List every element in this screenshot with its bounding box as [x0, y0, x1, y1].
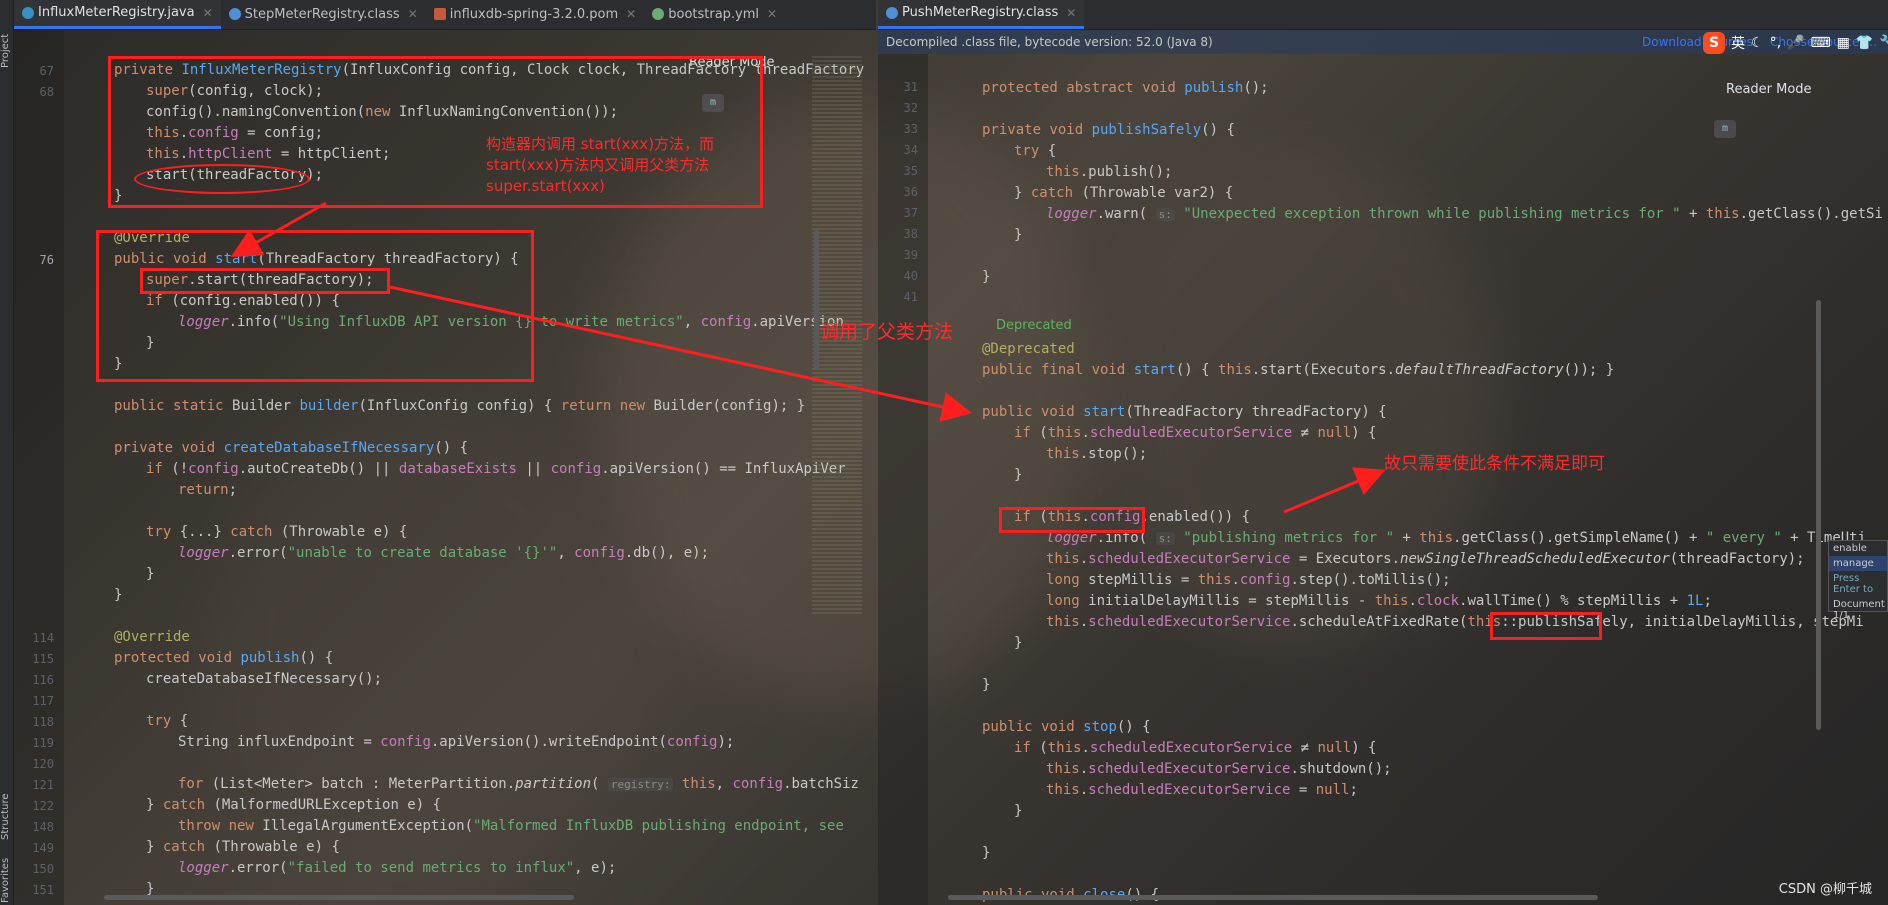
punctuation-icon[interactable]: °, — [1770, 35, 1781, 51]
ime-language[interactable]: 英 — [1731, 33, 1745, 53]
ime-toolbar[interactable]: S 英 ☾ °, 🎤 ⌨ ▦ 👕 🔧 — [1703, 30, 1888, 56]
moon-icon[interactable]: ☾ — [1751, 35, 1764, 51]
keyboard-icon[interactable]: ⌨ — [1810, 35, 1830, 51]
wrench-icon[interactable]: 🔧 — [1879, 35, 1888, 51]
mic-icon[interactable]: 🎤 — [1787, 35, 1804, 51]
sogou-logo-icon: S — [1703, 32, 1725, 54]
shirt-icon[interactable]: 👕 — [1856, 35, 1873, 51]
arrow-to-condition-note — [1283, 467, 1386, 514]
ide-window: Project Structure Favorites InfluxMeterR… — [0, 0, 1888, 905]
parent-call-annotation: 调用了父类方法 — [820, 321, 954, 343]
arrow-to-start-method — [230, 201, 327, 257]
csdn-watermark: CSDN @柳千城 — [1778, 882, 1872, 897]
arrow-to-parent-start — [389, 285, 972, 422]
grid-icon[interactable]: ▦ — [1837, 35, 1850, 51]
annotation-arrows — [230, 201, 1386, 514]
